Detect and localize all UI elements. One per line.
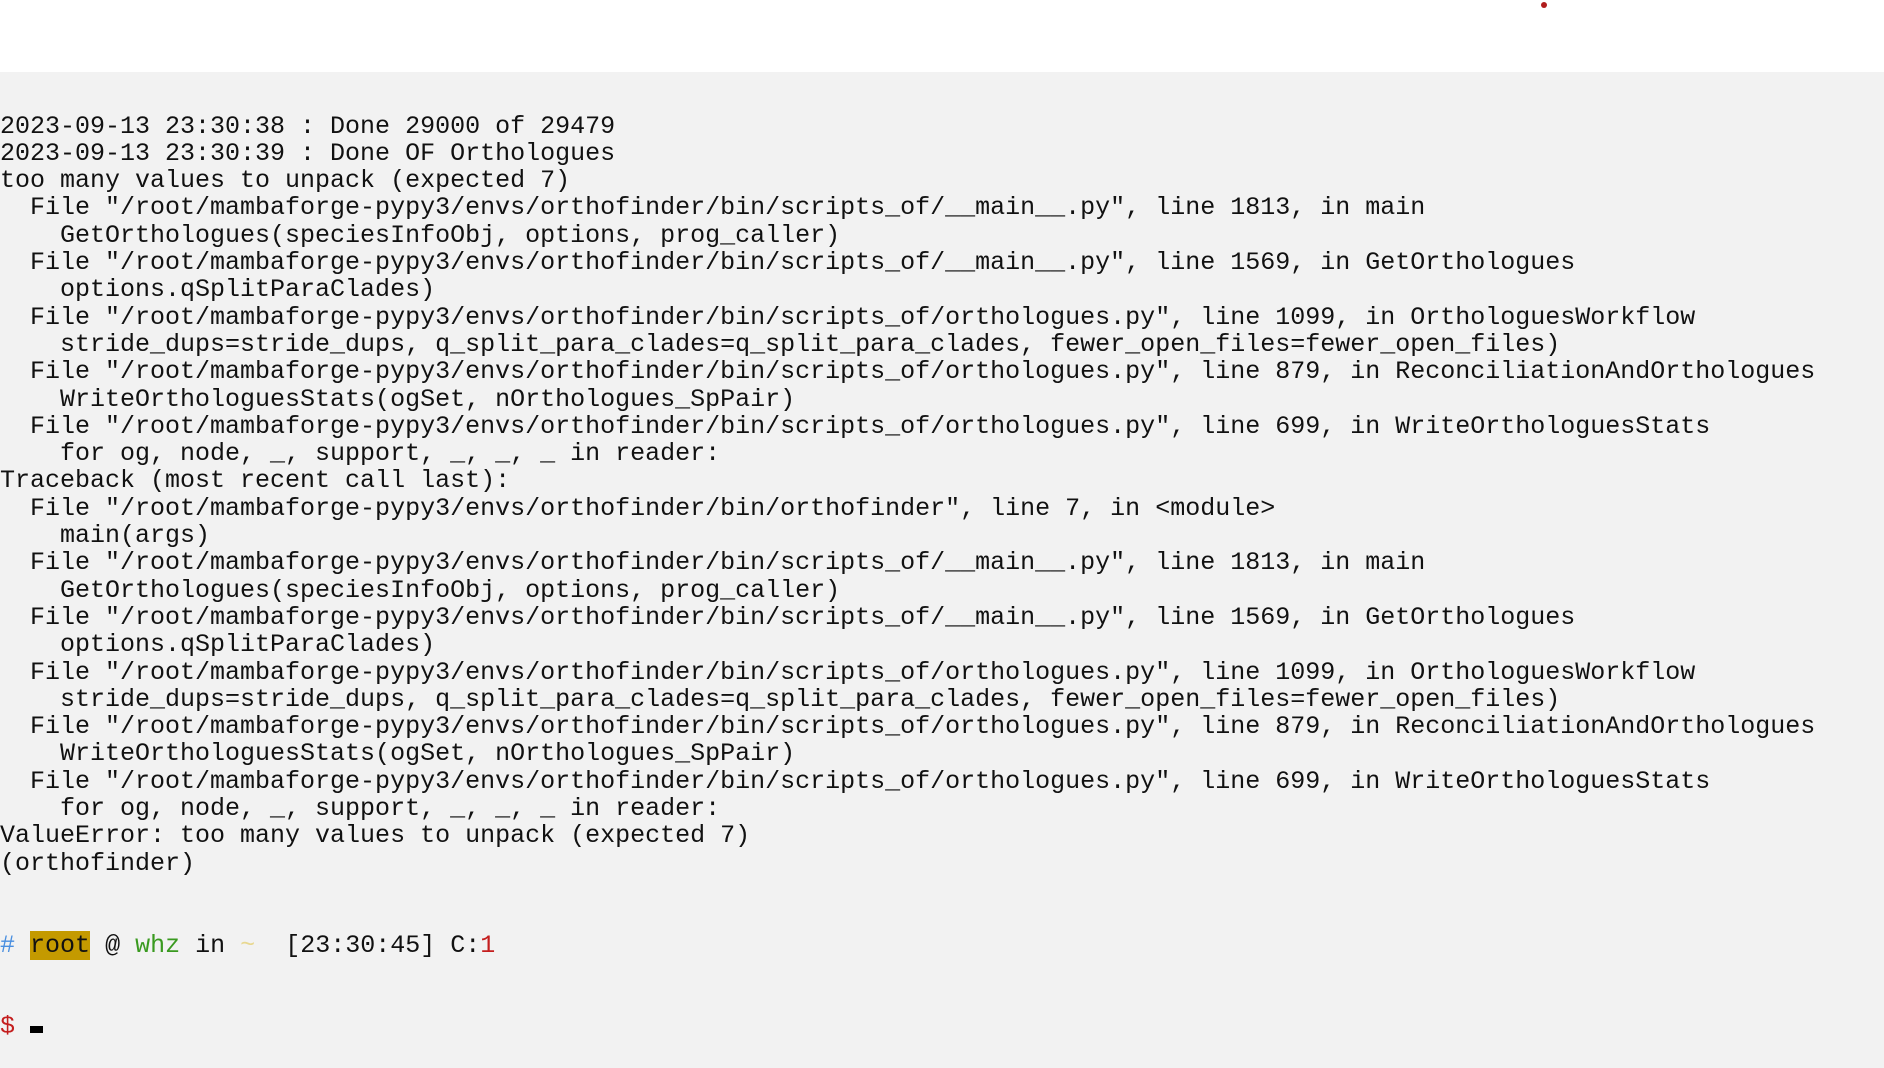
output-line: File "/root/mambaforge-pypy3/envs/orthof… [0,357,1816,387]
prompt-code-label: C: [450,930,481,960]
output-line: GetOrthologues(speciesInfoObj, options, … [0,575,841,605]
output-line: too many values to unpack (expected 7) [0,166,571,196]
top-white-bar [0,0,1884,72]
output-line: stride_dups=stride_dups, q_split_para_cl… [0,329,1561,359]
prompt-user: root [30,930,91,960]
output-line: Traceback (most recent call last): [0,466,511,496]
prompt-line: # root @ whz in ~ [23:30:45] C:1 [0,930,1815,960]
output-line: GetOrthologues(speciesInfoObj, options, … [0,220,841,250]
output-line: 2023-09-13 23:30:39 : Done OF Orthologue… [0,138,616,168]
terminal-lines: 2023-09-13 23:30:38 : Done 29000 of 2947… [0,111,1816,878]
output-line: main(args) [0,521,211,551]
output-line: options.qSplitParaClades) [0,275,436,305]
prompt-host: whz [135,930,181,960]
input-line[interactable]: $ [0,1012,1815,1042]
output-line: File "/root/mambaforge-pypy3/envs/orthof… [0,657,1696,687]
prompt-symbol: $ [0,1012,16,1042]
red-dot-marker [1541,2,1547,8]
output-line: File "/root/mambaforge-pypy3/envs/orthof… [0,493,1276,523]
prompt-time: [23:30:45] [285,930,436,960]
prompt-dir: ~ [240,930,256,960]
output-line: File "/root/mambaforge-pypy3/envs/orthof… [0,766,1711,796]
terminal-output[interactable]: 2023-09-13 23:30:38 : Done 29000 of 2947… [0,58,1815,1068]
output-line: File "/root/mambaforge-pypy3/envs/orthof… [0,411,1711,441]
output-line: WriteOrthologuesStats(ogSet, nOrthologue… [0,384,796,414]
prompt-at: @ [105,930,121,960]
output-line: File "/root/mambaforge-pypy3/envs/orthof… [0,302,1696,332]
output-line: WriteOrthologuesStats(ogSet, nOrthologue… [0,739,796,769]
output-line: ValueError: too many values to unpack (e… [0,821,751,851]
output-line: for og, node, _, support, _, _, _ in rea… [0,439,721,469]
prompt-in: in [195,930,226,960]
output-line: 2023-09-13 23:30:38 : Done 29000 of 2947… [0,111,616,141]
output-line: File "/root/mambaforge-pypy3/envs/orthof… [0,602,1576,632]
output-line: for og, node, _, support, _, _, _ in rea… [0,794,721,824]
output-line: File "/root/mambaforge-pypy3/envs/orthof… [0,193,1426,223]
text-cursor [30,1026,44,1034]
output-line: stride_dups=stride_dups, q_split_para_cl… [0,684,1561,714]
output-line: File "/root/mambaforge-pypy3/envs/orthof… [0,712,1816,742]
output-line: (orthofinder) [0,848,196,878]
prompt-hash: # [0,930,16,960]
prompt-exit-code: 1 [480,930,496,960]
output-line: File "/root/mambaforge-pypy3/envs/orthof… [0,248,1576,278]
output-line: options.qSplitParaClades) [0,630,436,660]
output-line: File "/root/mambaforge-pypy3/envs/orthof… [0,548,1426,578]
